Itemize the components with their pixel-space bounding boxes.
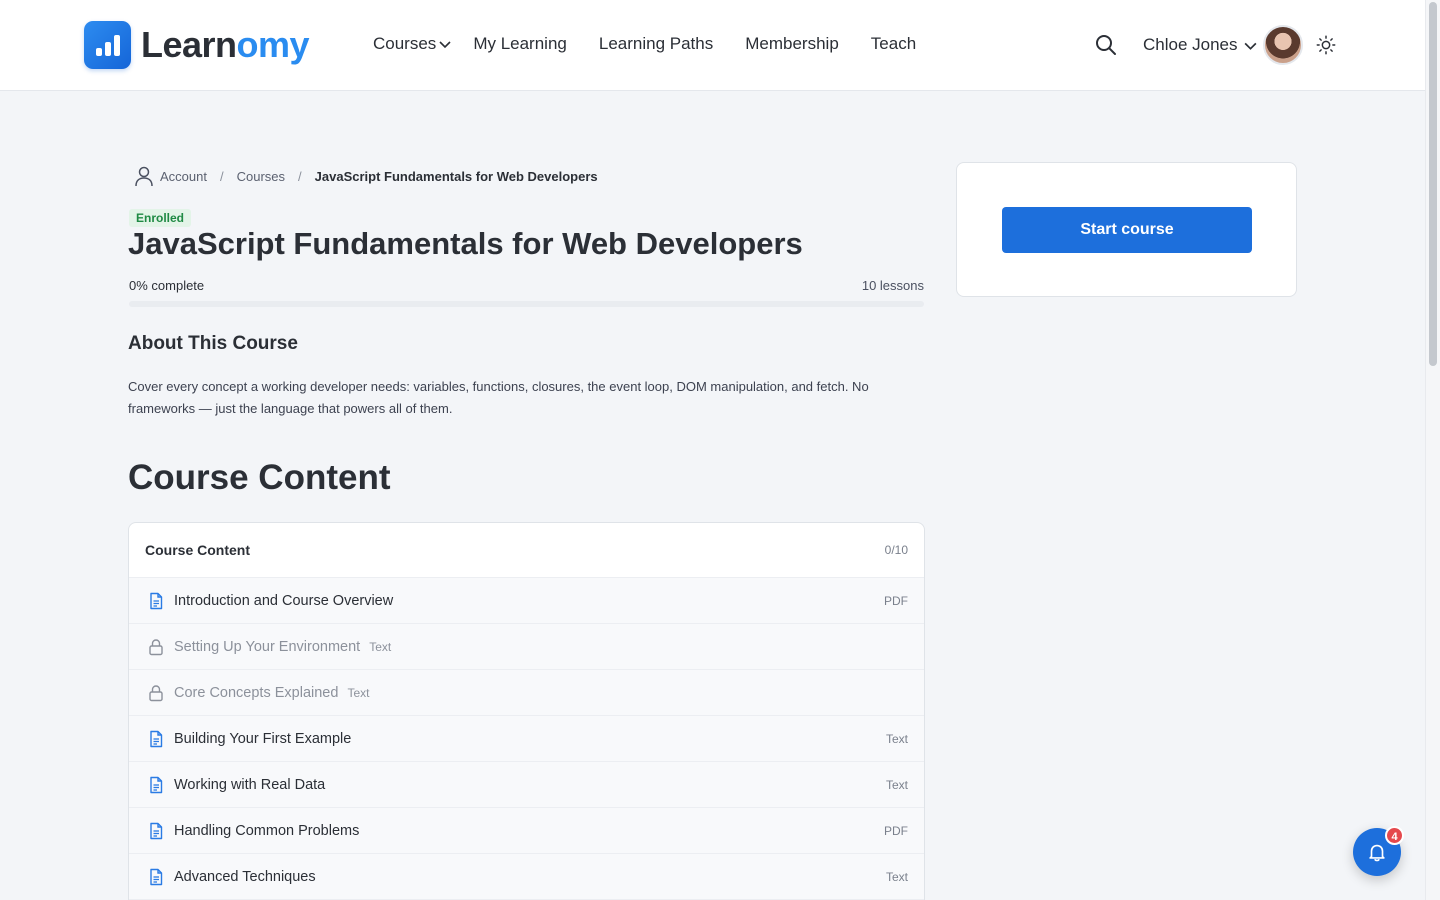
user-menu[interactable]: Chloe Jones bbox=[1143, 25, 1303, 65]
course-content-heading: Course Content bbox=[128, 458, 391, 497]
nav-my-learning[interactable]: My Learning bbox=[473, 34, 567, 54]
page-title: JavaScript Fundamentals for Web Develope… bbox=[128, 226, 803, 261]
main-nav: Courses My Learning Learning Paths Membe… bbox=[373, 34, 948, 54]
lock-icon bbox=[149, 638, 163, 655]
document-icon bbox=[150, 822, 163, 839]
document-icon bbox=[150, 776, 163, 793]
lesson-type: Text bbox=[885, 777, 908, 792]
document-icon bbox=[150, 592, 163, 609]
lessons-count: 10 lessons bbox=[861, 278, 924, 293]
breadcrumb-courses[interactable]: Courses bbox=[237, 169, 285, 184]
user-icon bbox=[135, 166, 153, 187]
lesson-type: Text bbox=[369, 639, 392, 654]
lesson-list: Introduction and Course Overview PDF Setti… bbox=[129, 578, 924, 900]
about-heading: About This Course bbox=[128, 333, 298, 354]
lesson-type: Text bbox=[885, 869, 908, 884]
user-name: Chloe Jones bbox=[1143, 35, 1238, 54]
breadcrumb-current: JavaScript Fundamentals for Web Develope… bbox=[314, 168, 598, 184]
lesson-title: Building Your First Example bbox=[174, 730, 352, 747]
nav-courses-label: Courses bbox=[373, 34, 437, 53]
brand-logo[interactable]: Learnomy bbox=[84, 21, 310, 69]
chevron-down-icon bbox=[1244, 42, 1256, 50]
lesson-row[interactable]: Building Your First Example Text bbox=[129, 716, 924, 762]
breadcrumb-account[interactable]: Account bbox=[160, 169, 207, 184]
notifications-button[interactable]: 4 bbox=[1353, 826, 1404, 876]
course-content-title: Course Content bbox=[145, 542, 250, 558]
lesson-title: Introduction and Course Overview bbox=[174, 592, 394, 609]
breadcrumb-separator: / bbox=[298, 168, 302, 184]
lesson-type: Text bbox=[885, 731, 908, 746]
progress-label: 0% complete bbox=[129, 278, 205, 293]
lesson-title: Working with Real Data bbox=[174, 776, 326, 793]
course-content-header: Course Content 0/10 bbox=[129, 523, 924, 578]
bell-icon bbox=[1369, 844, 1385, 862]
document-icon bbox=[150, 730, 163, 747]
course-content-count: 0/10 bbox=[884, 543, 908, 557]
top-header: Learnomy Courses My Learning Learning Pa… bbox=[0, 0, 1425, 91]
lesson-row[interactable]: Setting Up Your Environment Text bbox=[129, 624, 924, 670]
nav-teach[interactable]: Teach bbox=[871, 34, 916, 54]
nav-learning-paths[interactable]: Learning Paths bbox=[599, 34, 713, 54]
notification-count-badge: 4 bbox=[1385, 826, 1404, 845]
course-action-card: Start course bbox=[956, 162, 1297, 297]
lesson-title: Advanced Techniques bbox=[174, 868, 316, 885]
document-icon bbox=[150, 868, 163, 885]
nav-courses[interactable]: Courses bbox=[373, 34, 452, 54]
brand-name: Learnomy bbox=[141, 24, 310, 65]
sun-icon[interactable] bbox=[1315, 34, 1337, 56]
nav-membership[interactable]: Membership bbox=[745, 34, 839, 54]
status-badge: Enrolled bbox=[129, 209, 192, 227]
lesson-row[interactable]: Working with Real Data Text bbox=[129, 762, 924, 808]
breadcrumb: Account / Courses / JavaScript Fundament… bbox=[134, 165, 598, 187]
lesson-title: Core Concepts Explained bbox=[174, 684, 339, 701]
lesson-title: Setting Up Your Environment bbox=[174, 638, 361, 655]
course-content-card: Course Content 0/10 Introduction and Cou… bbox=[128, 522, 925, 900]
avatar[interactable] bbox=[1262, 25, 1303, 65]
logo-icon bbox=[84, 21, 131, 69]
lesson-row[interactable]: Advanced Techniques Text bbox=[129, 854, 924, 900]
start-course-button[interactable]: Start course bbox=[1002, 207, 1252, 253]
lock-icon bbox=[149, 684, 163, 701]
lesson-row[interactable]: Handling Common Problems PDF bbox=[129, 808, 924, 854]
scrollbar-thumb[interactable] bbox=[1429, 2, 1437, 366]
breadcrumb-separator: / bbox=[219, 168, 224, 184]
lesson-type: PDF bbox=[884, 823, 908, 838]
lesson-row[interactable]: Introduction and Course Overview PDF bbox=[129, 578, 924, 624]
lesson-row[interactable]: Core Concepts Explained Text bbox=[129, 670, 924, 716]
progress-bar bbox=[129, 301, 924, 307]
chevron-down-icon bbox=[439, 41, 451, 49]
search-icon[interactable] bbox=[1094, 33, 1118, 57]
about-description: Cover every concept a working developer … bbox=[128, 379, 869, 416]
lesson-type: PDF bbox=[884, 593, 908, 608]
lesson-type: Text bbox=[347, 685, 370, 700]
lesson-title: Handling Common Problems bbox=[174, 822, 360, 839]
